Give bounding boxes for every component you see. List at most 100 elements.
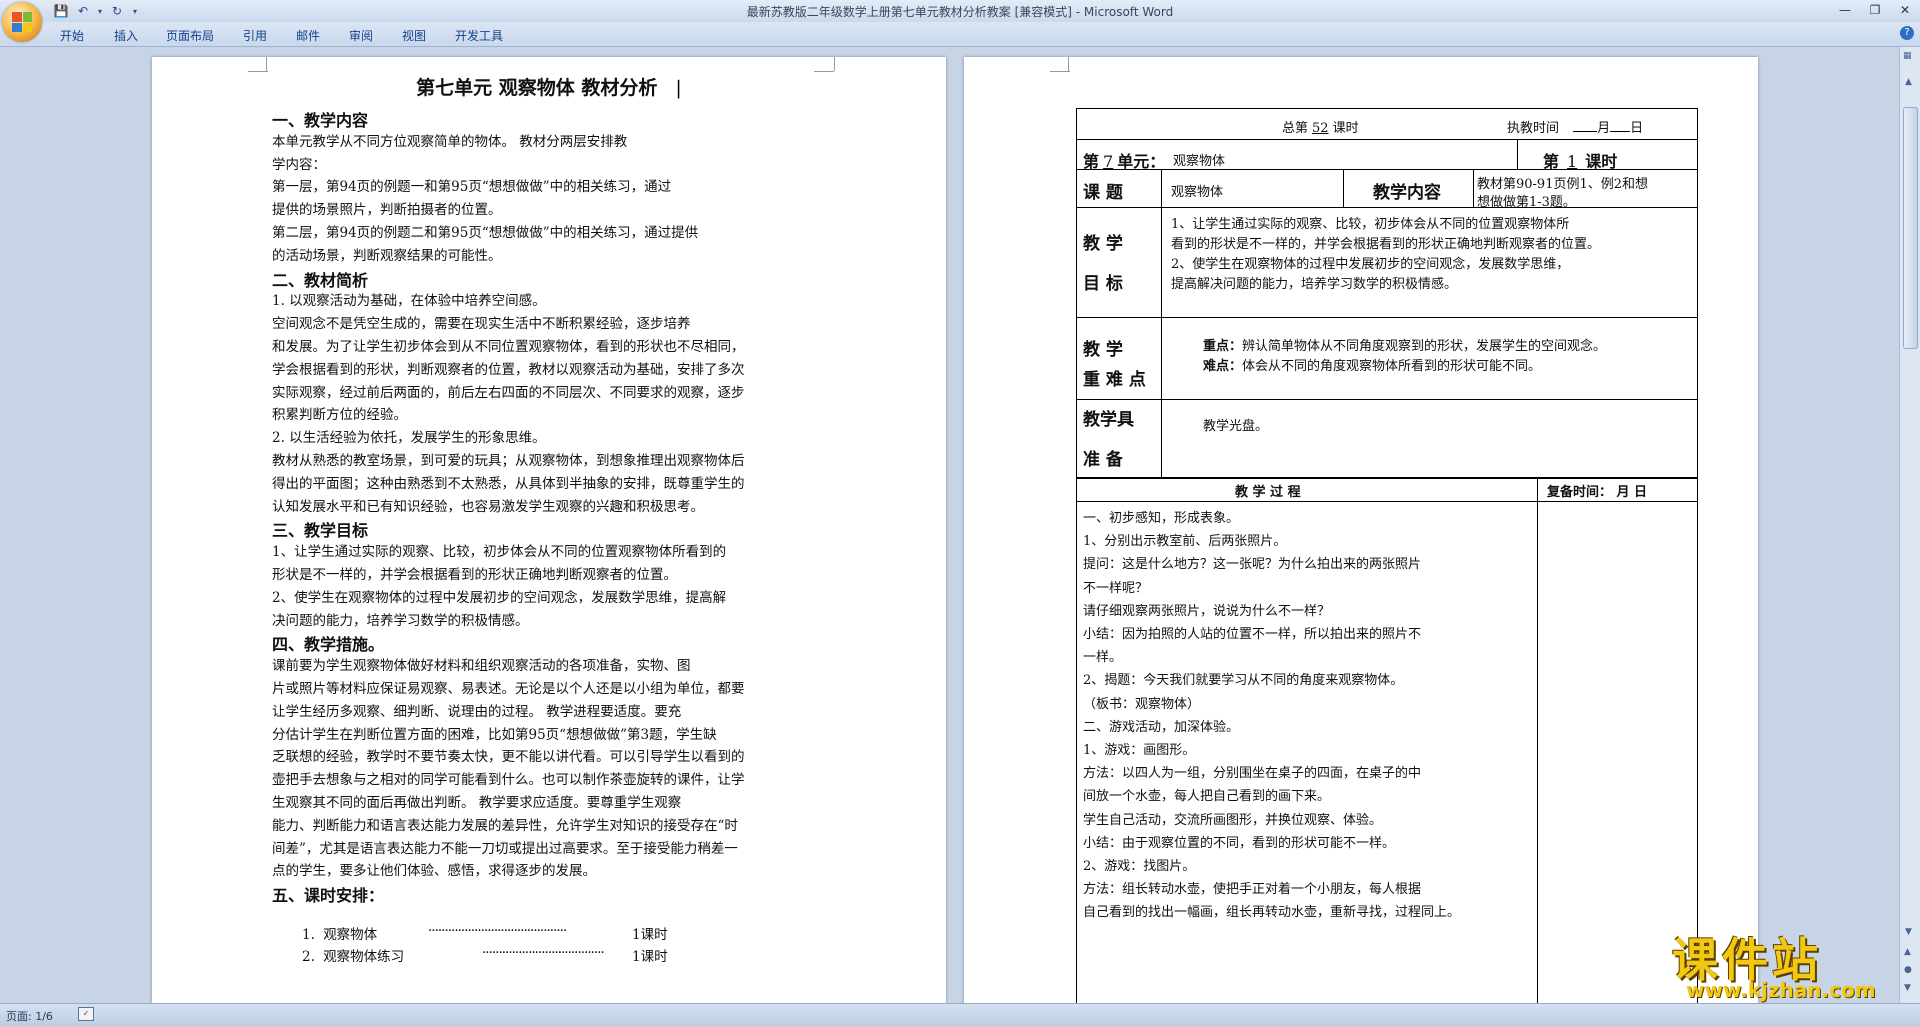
paragraph-line: 学内容： [272,156,326,173]
page1-body: 一、教学内容 本单元教学从不同方位观察简单的物体。 教材分两层安排教 学内容： 第… [272,107,827,905]
office-button[interactable] [2,2,42,42]
status-bar: 页面: 1/6 ✓ [0,1003,1920,1026]
paragraph-line: 本单元教学从不同方位观察简单的物体。 教材分两层安排教 [272,133,628,150]
process-line: 小结：由于观察位置的不同，看到的形状可能不一样。 [1083,835,1396,851]
paragraph-line: 壶把手去想象与之相对的同学可能看到什么。也可以制作茶壶旋转的课件，让学 [272,772,745,789]
paragraph-line: 第一层，第94页的例题一和第95页“想想做做”中的相关练习，通过 [272,179,672,196]
scroll-down-icon[interactable]: ▼ [1905,927,1912,937]
paragraph-line: 和发展。为了让学生初步体会到从不同位置观察物体，看到的形状也不尽相同， [272,339,745,355]
paragraph-line: 提供的场景照片，判断拍摄者的位置。 [272,202,502,219]
paragraph-line: 2. 以生活经验为依托，发展学生的形象思维。 [272,430,546,447]
paragraph-line: 空间观念不是凭空生成的，需要在现实生活中不断积累经验，逐步培养 [272,316,691,333]
prep-label: 教学具 [1083,410,1134,430]
section-heading: 三、教学目标 [272,521,369,541]
watermark-url: www.kjzhan.com [1686,978,1876,1002]
difficult-point: 难点：体会从不同的角度观察物体所看到的形状可能不同。 [1203,359,1542,374]
process-line: 一、初步感知，形成表象。 [1083,511,1240,526]
browse-object-icon[interactable]: ● [1904,965,1912,975]
paragraph-line: 1、让学生通过实际的观察、比较，初步体会从不同的位置观察物体所看到的 [272,544,727,561]
lesson-plan-table[interactable]: 总第 52 课时 执教时间 月日 第 7 单元： 观察物体 第 1 课时 课 题 观察物体 … [1076,108,1698,1003]
section-heading: 二、教材简析 [272,270,369,290]
paragraph-line: 能力、判断能力和语言表达能力发展的差异性，允许学生对知识的接受存在“时 [272,817,738,834]
paragraph-line: 教材从熟悉的教室场景，到可爱的玩具；从观察物体，到想象推理出观察物体后 [272,453,745,469]
document-page-2[interactable]: 总第 52 课时 执教时间 月日 第 7 单元： 观察物体 第 1 课时 课 题 观察物体 … [964,57,1758,1003]
topic-value: 观察物体 [1171,185,1224,200]
process-line: 自己看到的找出一幅画，组长再转动水壶，重新寻找，过程同上。 [1083,905,1461,921]
paragraph-line: 点的学生，要多让他们体验、感悟，求得逐步的发展。 [272,863,596,880]
process-line: 1、游戏：画图形。 [1083,743,1196,758]
ruler-toggle-icon[interactable]: ▦ [1903,51,1912,61]
tab-mailings[interactable]: 邮件 [296,27,320,44]
restore-icon[interactable]: ❐ [1860,0,1890,20]
paragraph-line: 的活动场景，判断观察结果的可能性。 [272,247,502,264]
paragraph-line: 认知发展水平和已有知识经验，也容易激发学生观察的兴趣和积极思考。 [272,498,704,515]
ribbon-tabs: 开始 插入 页面布局 引用 邮件 审阅 视图 开发工具 ? [0,22,1920,47]
schedule-item: 2. 观察物体练习 ······························… [302,945,668,965]
prep-label: 准 备 [1083,450,1123,470]
crop-mark [248,57,267,71]
process-line: （板书：观察物体） [1083,696,1201,712]
process-line: 间放一个水壶，每人把自己看到的画下来。 [1083,789,1331,805]
crop-mark [1050,57,1069,71]
previous-page-icon[interactable]: ▲ [1904,947,1911,957]
tab-references[interactable]: 引用 [243,27,267,44]
paragraph-line: 1. 以观察活动为基础，在体验中培养空间感。 [272,293,546,310]
proofing-icon[interactable]: ✓ [78,1007,94,1021]
page-counter[interactable]: 页面: 1/6 [6,1008,53,1024]
goal-line: 看到的形状是不一样的，并学会根据看到的形状正确地判断观察者的位置。 [1171,237,1601,252]
paragraph-line: 间差”，尤其是语言表达能力不能一刀切或提出过高要求。至于接受能力稍差一 [272,840,738,857]
process-line: 请仔细观察两张照片，说说为什么不一样？ [1083,603,1331,619]
paragraph-line: 让学生经历多观察、细判断、说理由的过程。 教学进程要适度。要充 [272,703,682,720]
process-line: 不一样呢？ [1083,580,1149,596]
tab-developer[interactable]: 开发工具 [455,27,503,44]
document-workspace[interactable]: 第七单元 观察物体 教材分析 | 一、教学内容 本单元教学从不同方位观察简单的物体… [0,47,1900,1003]
paragraph-line: 课前要为学生观察物体做好材料和组织观察活动的各项准备，实物、图 [272,658,691,675]
watermark-logo: 课件站 www.kjzhan.com [1672,924,1902,1004]
document-page-1[interactable]: 第七单元 观察物体 教材分析 | 一、教学内容 本单元教学从不同方位观察简单的物体… [152,57,946,1003]
process-label: 教 学 过 程 [1235,485,1301,500]
office-logo-icon [12,12,32,32]
window-controls: — ❐ ✕ [1830,0,1920,20]
topic-label: 课 题 [1083,183,1123,203]
tab-review[interactable]: 审阅 [349,27,373,44]
process-line: 学生自己活动，交流所画图形，并换位观察、体验。 [1083,812,1383,828]
process-line: 方法：组长转动水壶，使把手正对着一个小朋友，每人根据 [1083,882,1422,898]
review-time: 复备时间： 月 日 [1547,485,1648,500]
paragraph-line: 分估计学生在判断位置方面的困难，比如第95页“想想做做”第3题，学生缺 [272,726,717,743]
text-cursor: | [675,77,682,99]
scroll-thumb[interactable] [1903,107,1918,349]
page-title: 第七单元 观察物体 教材分析 | [416,77,682,99]
crop-mark [1050,71,1070,72]
crop-mark [248,71,268,72]
process-line: 一样。 [1083,650,1123,666]
paragraph-line: 乏联想的经验，教学时不要节奏太快，更不能以讲代看。可以引导学生以看到的 [272,749,745,766]
process-line: 1、分别出示教室前、后两张照片。 [1083,534,1287,550]
keypoints-label: 教 学 [1083,340,1123,360]
help-icon[interactable]: ? [1900,26,1914,40]
goal-line: 2、使学生在观察物体的过程中发展初步的空间观念，发展数学思维， [1171,257,1570,272]
tab-page-layout[interactable]: 页面布局 [166,27,214,44]
process-line: 小结：因为拍照的人站的位置不一样，所以拍出来的照片不 [1083,627,1422,642]
close-icon[interactable]: ✕ [1890,0,1920,20]
paragraph-line: 形状是不一样的，并学会根据看到的形状正确地判断观察者的位置。 [272,567,677,583]
title-bar: 💾 ↶ ▾ ↻ ▾ 最新苏教版二年级数学上册第七单元教材分析教案 [兼容模式] … [0,0,1920,22]
scroll-up-icon[interactable]: ▲ [1905,77,1912,87]
content-label: 教学内容 [1373,183,1441,203]
section-heading: 一、教学内容 [272,111,369,130]
tab-view[interactable]: 视图 [402,27,426,44]
minimize-icon[interactable]: — [1830,0,1860,20]
paragraph-line: 决问题的能力，培养学习数学的积极情感。 [272,612,529,629]
next-page-icon[interactable]: ▼ [1904,983,1911,993]
paragraph-line: 积累判断方位的经验。 [272,407,407,424]
crop-mark [814,71,834,72]
paragraph-line: 第二层，第94页的例题二和第95页“想想做做”中的相关练习，通过提供 [272,225,699,241]
vertical-scrollbar[interactable]: ▦ ▲ ▼ ▲ ● ▼ [1899,47,1920,1003]
tab-insert[interactable]: 插入 [114,27,138,44]
paragraph-line: 实际观察，经过前后两面的，前后左右四面的不同层次、不同要求的观察，逐步 [272,384,745,401]
section-heading: 四、教学措施。 [272,635,385,655]
tab-home[interactable]: 开始 [60,27,84,44]
paragraph-line: 生观察其不同的面后再做出判断。 教学要求应适度。要尊重学生观察 [272,795,682,811]
prep-value: 教学光盘。 [1203,419,1269,434]
process-line: 2、游戏：找图片。 [1083,859,1196,874]
content-value-line: 教材第90-91页例1、例2和想 [1477,177,1649,192]
